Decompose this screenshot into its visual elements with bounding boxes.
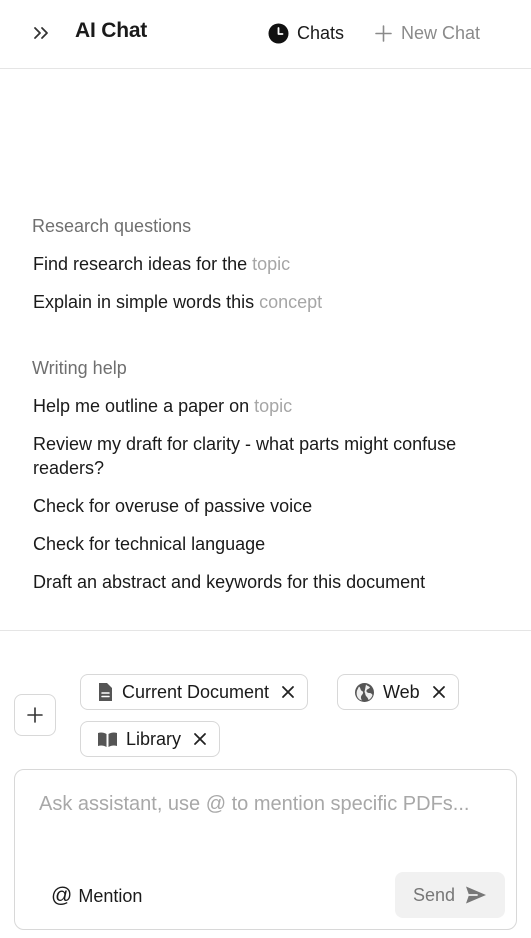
prompt-item[interactable]: Review my draft for clarity - what parts… — [33, 432, 503, 480]
message-input[interactable] — [39, 790, 479, 854]
prompt-item[interactable]: Explain in simple words this concept — [33, 290, 503, 314]
book-open-icon — [98, 731, 117, 747]
plus-icon — [375, 24, 392, 42]
new-chat-button[interactable]: New Chat — [374, 20, 480, 46]
remove-chip-close-icon[interactable] — [279, 683, 297, 701]
remove-chip-close-icon[interactable] — [191, 730, 209, 748]
mention-button-label: Mention — [78, 885, 143, 906]
plus-icon — [27, 707, 43, 723]
context-chip-current-document: Current Document — [80, 674, 309, 710]
prompt-text: Check for overuse of passive voice — [33, 496, 313, 516]
divider — [0, 630, 531, 631]
prompt-item[interactable]: Draft an abstract and keywords for this … — [33, 570, 503, 594]
remove-chip-close-icon[interactable] — [430, 683, 448, 701]
prompt-placeholder: concept — [259, 292, 323, 312]
prompt-item[interactable]: Find research ideas for the topic — [33, 252, 503, 276]
prompt-text: Help me outline a paper on — [33, 396, 255, 416]
prompt-text: Review my draft for clarity - what parts… — [33, 434, 457, 478]
send-button[interactable]: Send — [395, 872, 505, 918]
document-icon — [99, 683, 112, 701]
at-sign-icon: @ — [51, 884, 73, 907]
add-context-button[interactable] — [14, 694, 56, 736]
prompt-text: Find research ideas for the — [33, 254, 253, 274]
send-button-label: Send — [412, 884, 456, 905]
prompt-placeholder: topic — [252, 254, 291, 274]
prompt-text: Draft an abstract and keywords for this … — [33, 572, 426, 592]
context-chip-web: Web — [337, 674, 459, 710]
prompt-item[interactable]: Check for overuse of passive voice — [33, 494, 503, 518]
app-title: AI Chat — [75, 19, 148, 42]
clock-icon — [268, 23, 289, 43]
message-composer: @ Mention Send — [14, 769, 517, 930]
context-chip-library: Library — [80, 721, 221, 757]
chats-button-label: Chats — [297, 22, 345, 43]
prompt-placeholder: topic — [254, 396, 293, 416]
header-bar: AI Chat Chats New Chat — [0, 0, 531, 69]
section-title-research: Research questions — [32, 216, 192, 236]
prompt-item[interactable]: Check for technical language — [33, 532, 503, 556]
mention-button[interactable]: @ Mention — [51, 883, 142, 909]
section-title-writing: Writing help — [32, 358, 127, 378]
context-chip-label: Web — [383, 681, 420, 702]
prompt-text: Check for technical language — [33, 534, 266, 554]
prompt-text: Explain in simple words this — [33, 292, 260, 312]
send-icon — [466, 886, 487, 904]
double-chevron-right-icon — [34, 27, 48, 39]
expand-sidebar-button[interactable] — [30, 22, 52, 44]
context-chip-label: Current Document — [122, 681, 270, 702]
prompt-item[interactable]: Help me outline a paper on topic — [33, 394, 503, 418]
chats-button[interactable]: Chats — [268, 20, 344, 46]
globe-icon — [355, 682, 374, 702]
context-chip-label: Library — [126, 728, 182, 749]
new-chat-button-label: New Chat — [401, 22, 481, 43]
